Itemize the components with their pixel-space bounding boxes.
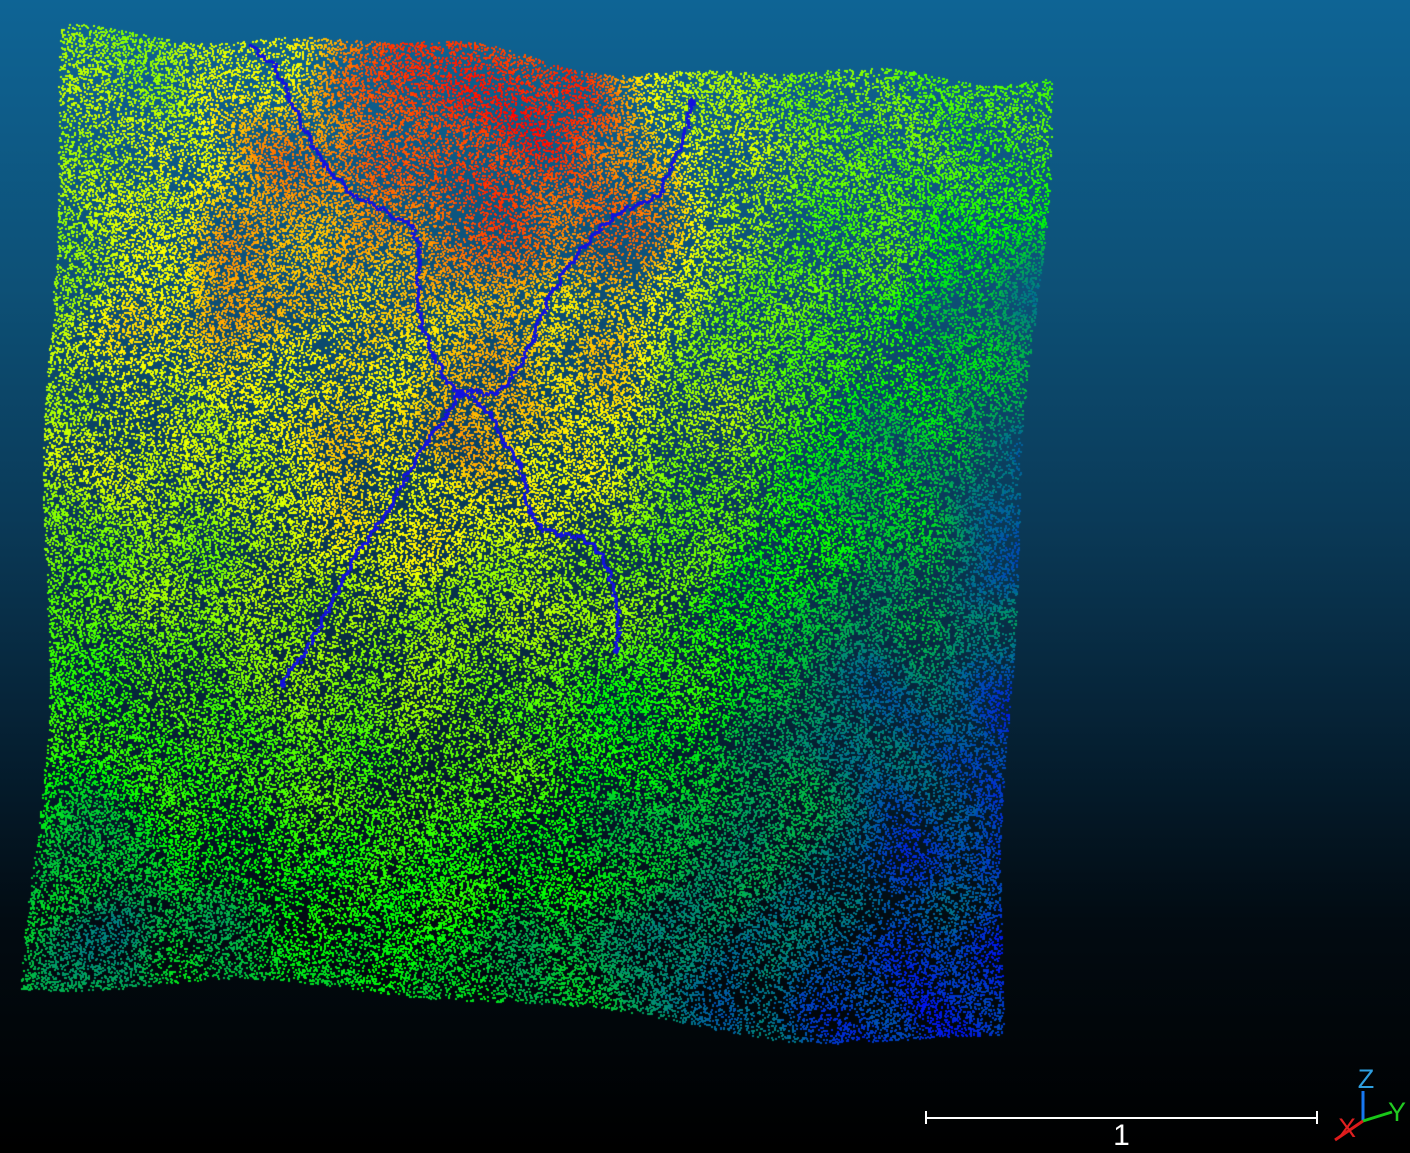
3d-viewport[interactable]: P21 0.0005550.0004850.0004160.0003470.00… — [0, 0, 1410, 1151]
colorbar-tick-label: 0.000555 — [1190, 47, 1410, 78]
colorbar-tick-label: 0.000277 — [1190, 542, 1410, 573]
axis-gizmo: Z X Y — [1300, 1055, 1410, 1151]
colorbar: P21 0.0005550.0004850.0004160.0003470.00… — [1190, 0, 1410, 1100]
colorbar-tick-label: 0.000416 — [1190, 294, 1410, 325]
colorbar-tick-label: 0.000139 — [1190, 789, 1410, 820]
colorbar-tick-label: 0.000069 — [1190, 913, 1410, 944]
colorbar-tick-label: 0.000485 — [1190, 170, 1410, 201]
x-axis-label: X — [1338, 1113, 1356, 1143]
z-axis-label: Z — [1358, 1064, 1375, 1094]
scale-bar-label: 1 — [925, 1119, 1318, 1153]
y-axis-label: Y — [1388, 1097, 1406, 1127]
colorbar-tick-label: 0.000347 — [1190, 418, 1410, 449]
colorbar-tick-label: 0.000208 — [1190, 665, 1410, 696]
